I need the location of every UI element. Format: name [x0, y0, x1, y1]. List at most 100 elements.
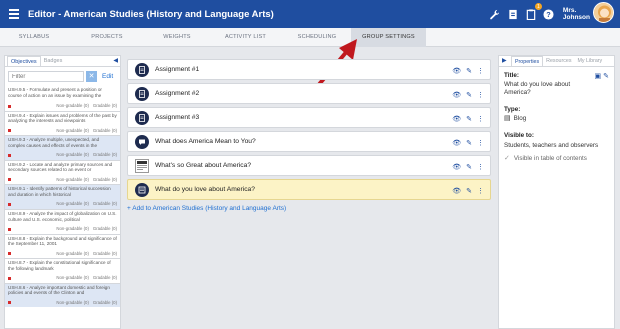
tab-objectives[interactable]: Objectives [7, 56, 41, 66]
eye-icon[interactable]: 👁 [452, 115, 461, 123]
non-gradable-count: Non-gradable (0) [56, 201, 89, 207]
pencil-icon[interactable]: ✎ [466, 115, 472, 123]
pencil-icon[interactable]: ✎ [466, 67, 472, 75]
objective-meta: Non-gradable (0) Gradable (0) [8, 226, 117, 232]
gradable-count: Gradable (0) [92, 152, 117, 158]
item-actions: 👁 ✎ ⋮ [452, 108, 484, 129]
objective-meta: Non-gradable (0) Gradable (0) [8, 152, 117, 158]
objective-item[interactable]: USH.8.9 - Analyze the impact of globaliz… [5, 208, 120, 234]
objective-meta: Non-gradable (0) Gradable (0) [8, 177, 117, 183]
pencil-icon[interactable]: ✎ [466, 163, 472, 171]
clipboard-icon[interactable]: 1 [525, 3, 542, 20]
top-bar: Editor - American Studies (History and L… [0, 0, 620, 28]
activity-item[interactable]: What's so Great about America? 👁 ✎ ⋮ [127, 155, 491, 176]
notification-badge: 1 [534, 3, 542, 10]
document-icon [135, 86, 149, 101]
objective-item[interactable]: USH.8.8 - Explain the background and sig… [5, 233, 120, 259]
tab-projects[interactable]: PROJECTS [68, 28, 146, 47]
objective-item[interactable]: USH.8.6 - Analyze important domestic and… [5, 282, 120, 308]
menu-icon[interactable] [9, 9, 19, 19]
toc-row: ✓ Visible in table of contents [504, 155, 609, 163]
objectives-list: USH.9.5 - Formulate and present a positi… [5, 86, 120, 308]
pencil-icon[interactable]: ✎ [466, 91, 472, 99]
user-name[interactable]: Mrs. Johnson [563, 7, 590, 21]
add-activity-link[interactable]: + Add to American Studies (History and L… [127, 205, 286, 212]
pencil-icon[interactable]: ✎ [466, 139, 472, 147]
activity-item[interactable]: Assignment #2 👁 ✎ ⋮ [127, 83, 491, 104]
objective-meta: Non-gradable (0) Gradable (0) [8, 128, 117, 134]
activity-title: Assignment #3 [155, 114, 200, 121]
objective-item[interactable]: USH.9.1 - Identify patterns of historica… [5, 184, 120, 209]
objective-item[interactable]: USH.8.7 - Explain the constitutional sig… [5, 258, 120, 283]
objective-item[interactable]: USH.9.5 - Formulate and present a positi… [5, 86, 120, 111]
title-edit-icons: ▣ ✎ [595, 72, 609, 80]
help-icon[interactable]: ? [543, 8, 555, 20]
wrench-icon[interactable] [489, 8, 501, 20]
tab-group-settings[interactable]: GROUP SETTINGS [351, 28, 426, 47]
activity-item[interactable]: What do you love about America? 👁 ✎ ⋮ [127, 179, 491, 200]
activity-item[interactable]: What does America Mean to You? 👁 ✎ ⋮ [127, 131, 491, 152]
objective-item[interactable]: USH.9.3 - Analyze multiple, unexpected, … [5, 135, 120, 160]
activity-item[interactable]: Assignment #1 👁 ✎ ⋮ [127, 59, 491, 80]
tab-resources[interactable]: Resources [543, 56, 574, 66]
svg-text:?: ? [547, 9, 552, 18]
clear-filter-button[interactable]: ✕ [86, 71, 97, 82]
tab-weights[interactable]: WEIGHTS [146, 28, 208, 47]
avatar[interactable] [593, 2, 614, 23]
non-gradable-count: Non-gradable (0) [56, 176, 89, 182]
right-panel-tabs: Properties Resources My Library [499, 56, 614, 67]
blog-icon [135, 182, 149, 197]
collapse-right-icon[interactable]: ▶ [502, 57, 507, 64]
eye-icon[interactable]: 👁 [452, 139, 461, 147]
toc-label: Visible in table of contents [513, 155, 587, 162]
objectives-panel: Objectives Badges ◀ ✕ Edit USH.9.5 - For… [4, 55, 121, 329]
objective-text: USH.9.5 - Formulate and present a positi… [8, 87, 102, 98]
eye-icon[interactable]: 👁 [452, 187, 461, 195]
more-icon[interactable]: ⋮ [477, 163, 484, 171]
item-actions: 👁 ✎ ⋮ [452, 156, 484, 177]
collapse-left-icon[interactable]: ◀ [113, 57, 118, 64]
activity-title: Assignment #2 [155, 90, 200, 97]
more-icon[interactable]: ⋮ [477, 115, 484, 123]
more-icon[interactable]: ⋮ [477, 67, 484, 75]
objective-text: USH.9.1 - Identify patterns of historica… [8, 186, 111, 197]
eye-icon[interactable]: 👁 [452, 91, 461, 99]
activity-item[interactable]: Assignment #3 👁 ✎ ⋮ [127, 107, 491, 128]
objective-meta: Non-gradable (0) Gradable (0) [8, 201, 117, 207]
objective-text: USH.9.3 - Analyze multiple, unexpected, … [8, 137, 100, 148]
filter-input[interactable] [8, 71, 84, 82]
type-value: Blog [513, 115, 527, 122]
non-gradable-count: Non-gradable (0) [56, 152, 89, 158]
objective-text: USH.9.4 - Explain issues and problems of… [8, 112, 117, 124]
page-title: Editor - American Studies (History and L… [28, 8, 274, 20]
objective-item[interactable]: USH.9.4 - Explain issues and problems of… [5, 110, 120, 136]
filter-row: ✕ Edit [5, 67, 120, 86]
tab-syllabus[interactable]: SYLLABUS [0, 28, 68, 47]
image-icon[interactable]: ▣ [595, 73, 602, 80]
left-panel-tabs: Objectives Badges [5, 56, 120, 67]
properties-panel: ▶ Properties Resources My Library Title:… [498, 55, 615, 329]
edit-link[interactable]: Edit [102, 73, 113, 80]
eye-icon[interactable]: 👁 [452, 163, 461, 171]
more-icon[interactable]: ⋮ [477, 139, 484, 147]
tab-badges[interactable]: Badges [41, 56, 66, 66]
pencil-icon[interactable]: ✎ [603, 73, 609, 80]
objective-text: USH.8.7 - Explain the constitutional sig… [8, 260, 111, 271]
toc-checkbox[interactable]: ✓ [504, 155, 510, 163]
tab-my-library[interactable]: My Library [574, 56, 605, 66]
item-actions: 👁 ✎ ⋮ [452, 60, 484, 81]
pencil-icon[interactable]: ✎ [466, 187, 472, 195]
more-icon[interactable]: ⋮ [477, 187, 484, 195]
visible-label: Visible to: [504, 132, 534, 139]
objective-text: USH.8.6 - Analyze important domestic and… [8, 284, 110, 296]
more-icon[interactable]: ⋮ [477, 91, 484, 99]
discussion-icon [135, 134, 149, 149]
gradable-count: Gradable (0) [92, 299, 117, 305]
gradable-count: Gradable (0) [92, 103, 117, 108]
tab-activity-list[interactable]: ACTIVITY LIST [208, 28, 283, 47]
activity-title: Assignment #1 [155, 66, 200, 73]
export-icon[interactable] [507, 8, 519, 20]
objective-item[interactable]: USH.9.2 - Locate and analyze primary sou… [5, 159, 120, 185]
eye-icon[interactable]: 👁 [452, 67, 461, 75]
tab-properties[interactable]: Properties [511, 56, 544, 66]
